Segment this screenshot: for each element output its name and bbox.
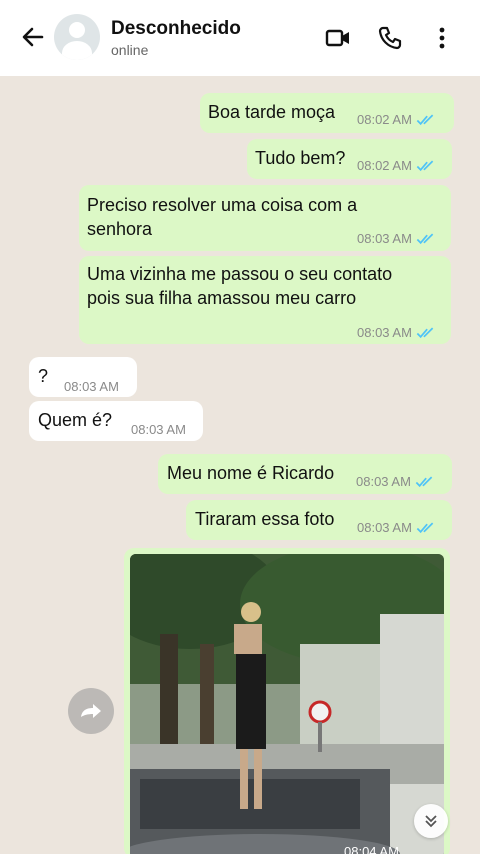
- message-text: Meu nome é Ricardo: [167, 463, 335, 483]
- message-bubble-outgoing[interactable]: Meu nome é Ricardo 08:03 AM: [158, 454, 452, 494]
- read-receipt-icon: [416, 114, 434, 125]
- chat-area[interactable]: Boa tarde moça 08:02 AM Tudo bem? 08:02 …: [0, 76, 480, 854]
- message-time: 08:04 AM: [344, 844, 399, 854]
- message-bubble-outgoing[interactable]: Boa tarde moça 08:02 AM: [200, 93, 454, 133]
- message-bubble-outgoing[interactable]: Preciso resolver uma coisa com a senhora…: [79, 185, 451, 251]
- message-text: Quem é?: [38, 410, 113, 430]
- forward-icon: [81, 704, 101, 718]
- message-text: Tiraram essa foto: [195, 509, 335, 529]
- phone-icon[interactable]: [376, 24, 404, 52]
- scroll-to-bottom-button[interactable]: [414, 804, 448, 838]
- message-time: 08:03 AM: [356, 474, 411, 489]
- back-arrow-icon[interactable]: [18, 22, 48, 52]
- default-avatar-icon: [69, 22, 85, 38]
- message-bubble-outgoing[interactable]: Tiraram essa foto 08:03 AM: [186, 500, 452, 540]
- read-receipt-icon: [416, 327, 434, 338]
- message-bubble-outgoing[interactable]: Tudo bem? 08:02 AM: [247, 139, 452, 179]
- video-call-icon[interactable]: [324, 24, 352, 52]
- shared-photo[interactable]: [130, 554, 444, 854]
- read-receipt-icon: [416, 233, 434, 244]
- message-text: Tudo bem?: [255, 148, 346, 168]
- message-time: 08:03 AM: [64, 379, 119, 394]
- read-receipt-icon: [415, 476, 433, 487]
- message-text: ?: [38, 366, 49, 386]
- message-bubble-incoming[interactable]: Quem é? 08:03 AM: [29, 401, 203, 441]
- chat-header: Desconhecido online: [0, 0, 480, 76]
- read-receipt-icon: [416, 160, 434, 171]
- forward-button[interactable]: [68, 688, 114, 734]
- message-bubble-outgoing[interactable]: Uma vizinha me passou o seu contato pois…: [79, 256, 451, 344]
- read-receipt-icon: [416, 522, 434, 533]
- message-time: 08:03 AM: [357, 520, 412, 535]
- message-time: 08:03 AM: [357, 231, 412, 246]
- message-time: 08:03 AM: [357, 325, 412, 340]
- contact-status: online: [111, 42, 149, 58]
- message-text: Uma vizinha me passou o seu contato pois…: [87, 264, 393, 308]
- message-time: 08:02 AM: [357, 112, 412, 127]
- more-vertical-icon[interactable]: [428, 24, 456, 52]
- contact-avatar[interactable]: [54, 14, 100, 60]
- message-time: 08:03 AM: [131, 422, 186, 437]
- contact-name[interactable]: Desconhecido: [111, 18, 241, 40]
- message-text: Boa tarde moça: [208, 102, 336, 122]
- message-bubble-image[interactable]: [124, 548, 450, 854]
- double-chevron-down-icon: [425, 815, 437, 828]
- message-bubble-incoming[interactable]: ? 08:03 AM: [29, 357, 137, 397]
- message-time: 08:02 AM: [357, 158, 412, 173]
